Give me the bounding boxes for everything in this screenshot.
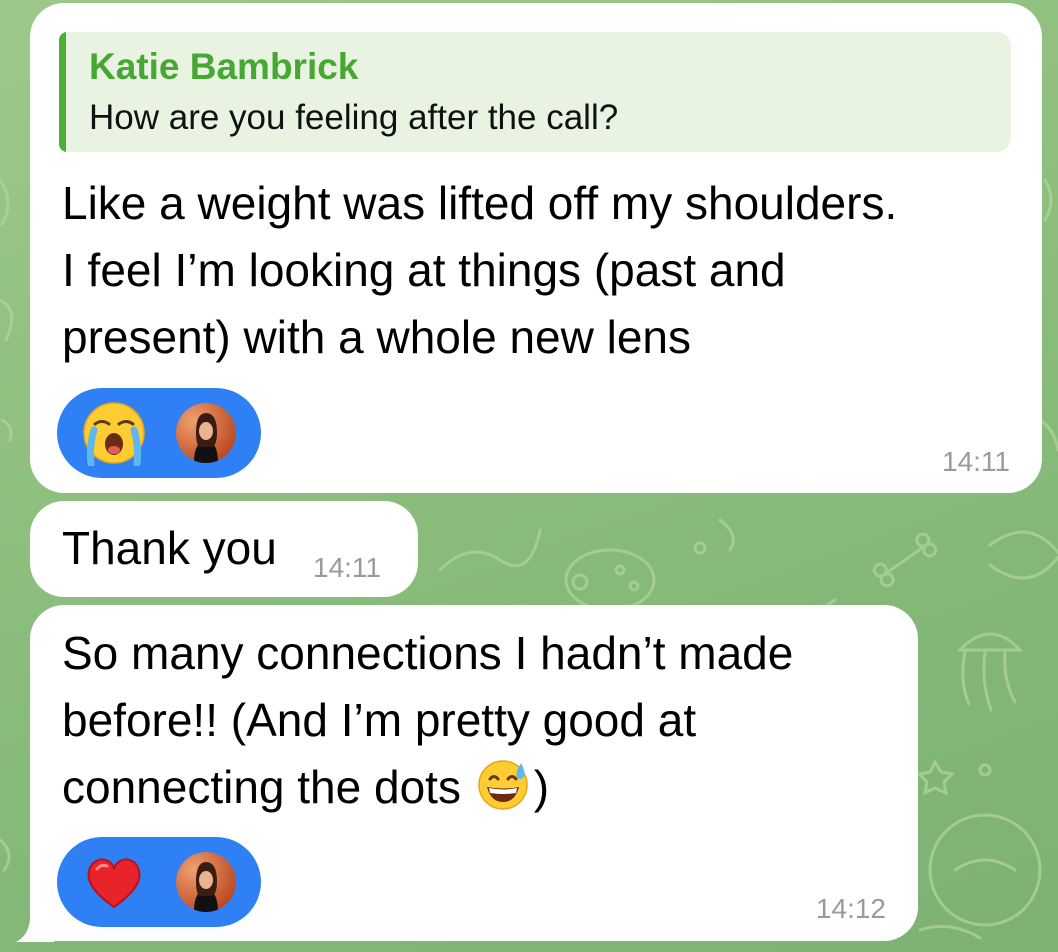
reply-quote[interactable]: Katie Bambrick How are you feeling after… [59,32,1011,152]
avatar [176,852,236,912]
grinning-face-with-sweat-icon [477,760,528,810]
reply-quoted-text: How are you feeling after the call? [89,98,619,137]
message-timestamp: 14:11 [313,552,381,583]
message-timestamp: 14:12 [815,893,886,924]
red-heart-icon [87,858,141,909]
message-bubble-3[interactable]: So many connections I hadn’t made before… [30,605,918,941]
message-timestamp: 14:11 [942,446,1010,477]
message-line: before!! (And I’m pretty good at [62,694,697,746]
message-bubble-2[interactable]: Thank you 14:11 [30,501,418,597]
message-line: I feel I’m looking at things (past and [62,244,786,296]
message-line: Like a weight was lifted off my shoulder… [62,177,898,229]
bubble-tail [16,900,54,942]
message-text: Thank you [62,522,277,574]
message-text-suffix: ) [533,761,550,813]
loudly-crying-face-icon [83,402,145,466]
message-line: present) with a whole new lens [62,311,691,363]
message-line: connecting the dots [62,761,461,813]
avatar [176,403,236,463]
reaction-pill[interactable] [57,388,261,478]
message-line-with-emoji: connecting the dots ) [62,754,549,821]
reaction-pill[interactable] [57,837,261,927]
message-line: So many connections I hadn’t made [62,627,794,679]
reply-accent-bar [59,32,66,152]
reply-sender-name: Katie Bambrick [89,46,359,87]
message-bubble-1[interactable]: Katie Bambrick How are you feeling after… [30,3,1042,493]
